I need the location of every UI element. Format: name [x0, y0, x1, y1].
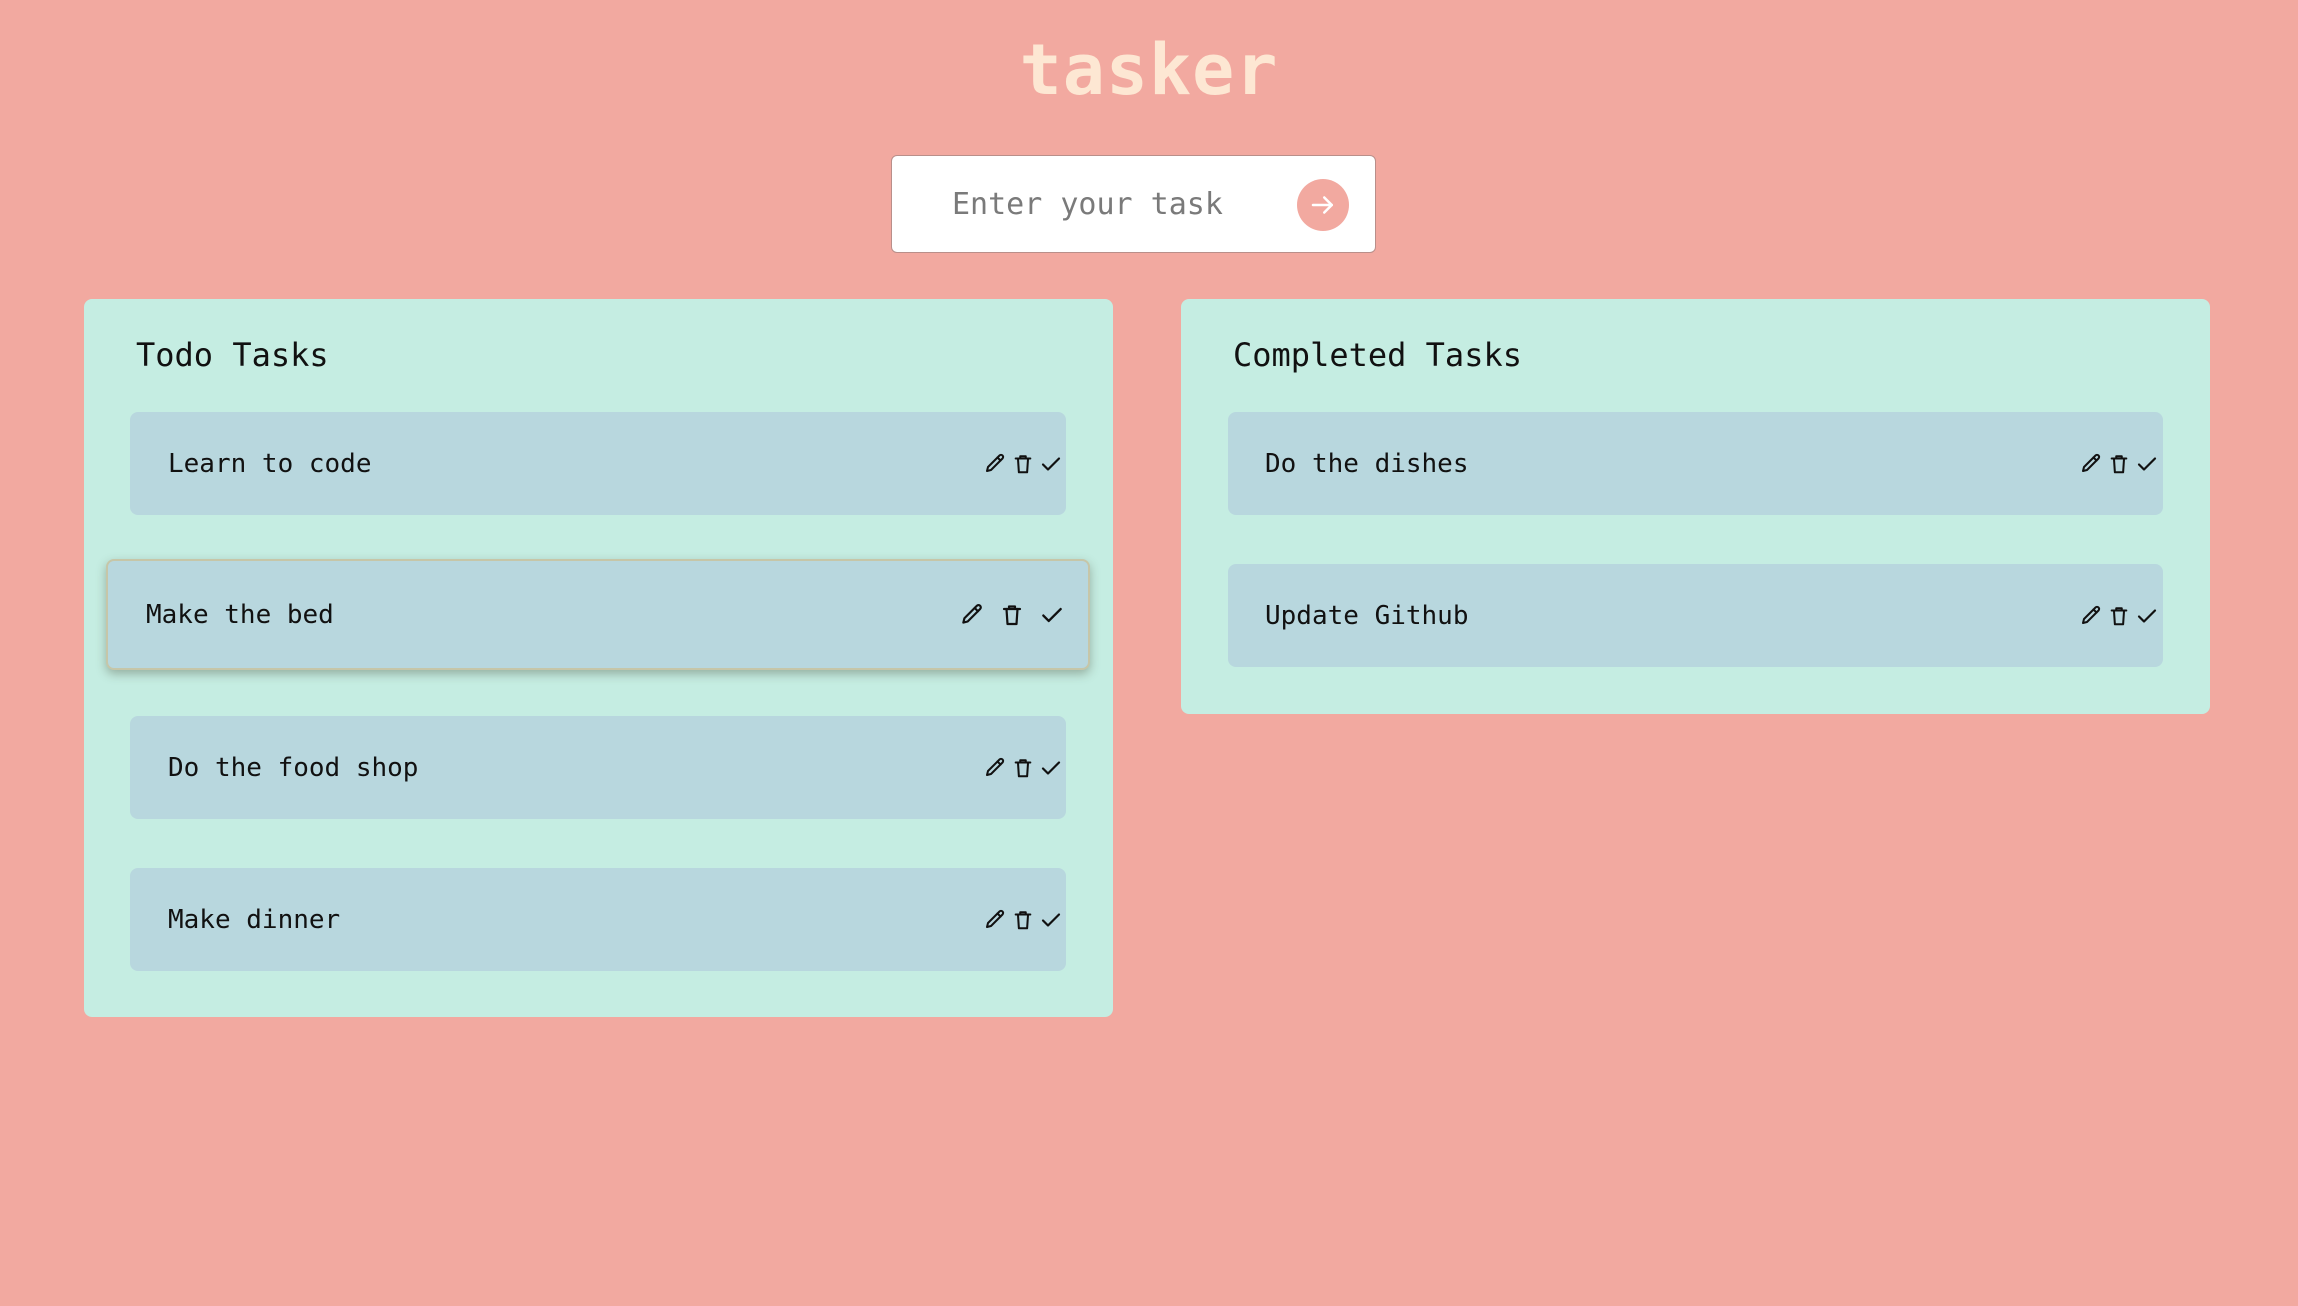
- completed-panel-title: Completed Tasks: [1233, 336, 1522, 374]
- trash-icon[interactable]: [1009, 450, 1037, 478]
- trash-icon[interactable]: [2105, 450, 2133, 478]
- trash-icon[interactable]: [2105, 602, 2133, 630]
- check-icon[interactable]: [1032, 601, 1072, 629]
- task-actions: [981, 751, 1065, 785]
- task-label: Do the food shop: [168, 752, 419, 783]
- task-card[interactable]: Update Github: [1228, 564, 2163, 667]
- task-label: Make the bed: [146, 599, 334, 630]
- task-card[interactable]: Make the bed: [106, 559, 1090, 670]
- pencil-icon[interactable]: [981, 450, 1009, 478]
- task-actions: [952, 598, 1072, 632]
- pencil-icon[interactable]: [981, 754, 1009, 782]
- pencil-icon[interactable]: [952, 601, 992, 629]
- pencil-icon[interactable]: [981, 906, 1009, 934]
- task-actions: [981, 903, 1065, 937]
- task-actions: [2077, 447, 2161, 481]
- check-icon[interactable]: [1037, 906, 1065, 934]
- completed-panel: Completed Tasks Do the dishes Update Git…: [1181, 299, 2210, 714]
- task-actions: [2077, 599, 2161, 633]
- task-label: Learn to code: [168, 448, 372, 479]
- check-icon[interactable]: [1037, 450, 1065, 478]
- todo-panel-title: Todo Tasks: [136, 336, 329, 374]
- check-icon[interactable]: [1037, 754, 1065, 782]
- trash-icon[interactable]: [1009, 906, 1037, 934]
- task-label: Update Github: [1265, 600, 1469, 631]
- trash-icon[interactable]: [992, 601, 1032, 629]
- task-label: Make dinner: [168, 904, 341, 935]
- pencil-icon[interactable]: [2077, 602, 2105, 630]
- task-actions: [981, 447, 1065, 481]
- task-card[interactable]: Do the food shop: [130, 716, 1066, 819]
- pencil-icon[interactable]: [2077, 450, 2105, 478]
- arrow-right-icon: [1311, 196, 1333, 214]
- trash-icon[interactable]: [1009, 754, 1037, 782]
- task-card[interactable]: Learn to code: [130, 412, 1066, 515]
- task-card[interactable]: Make dinner: [130, 868, 1066, 971]
- new-task-form: [891, 155, 1376, 253]
- task-input[interactable]: [952, 180, 1272, 228]
- app-title: tasker: [1019, 29, 1279, 111]
- task-card[interactable]: Do the dishes: [1228, 412, 2163, 515]
- add-task-button[interactable]: [1297, 179, 1349, 231]
- check-icon[interactable]: [2133, 450, 2161, 478]
- task-label: Do the dishes: [1265, 448, 1469, 479]
- check-icon[interactable]: [2133, 602, 2161, 630]
- todo-panel: Todo Tasks Learn to code Make the bed Do…: [84, 299, 1113, 1017]
